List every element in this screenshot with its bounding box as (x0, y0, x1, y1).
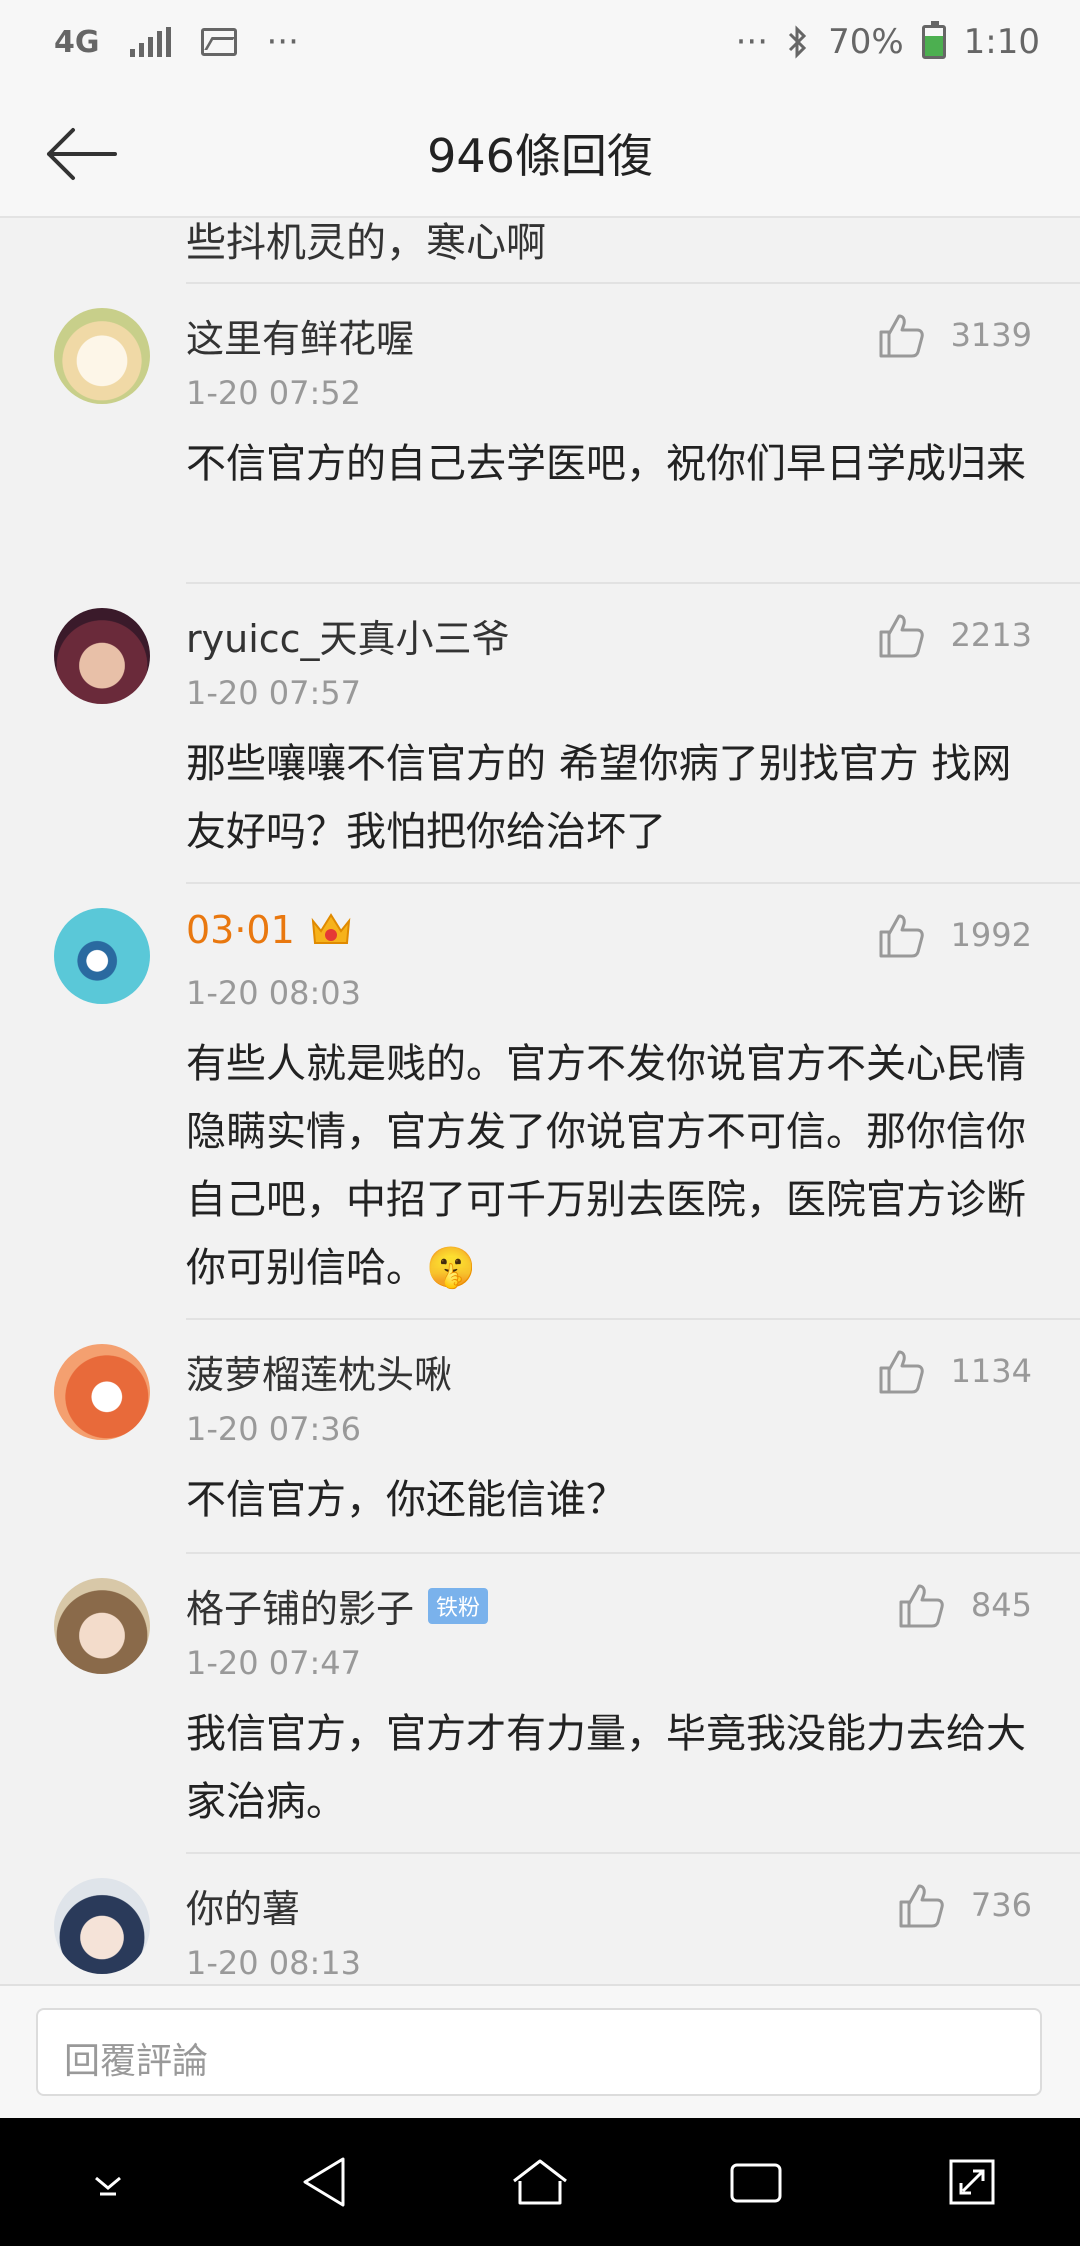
network-type-icon: 4G (54, 24, 100, 60)
more-status-icon: ··· (735, 22, 769, 62)
like-count: 2213 (950, 616, 1032, 654)
thumbs-up-icon (899, 1884, 944, 1928)
comment-text: 我信官方，官方才有力量，毕竟我没能力去给大家治病。 (186, 1711, 1026, 1825)
hide-nav-button[interactable] (63, 2137, 153, 2227)
expand-icon (949, 2159, 995, 2205)
comment-text: 不信官方的自己去学医吧，祝你们早日学成归来 (186, 441, 1026, 487)
comment-time: 1-20 07:36 (186, 1410, 362, 1448)
fan-badge: 铁粉 (428, 1587, 489, 1624)
avatar[interactable] (54, 1878, 150, 1974)
battery-percent: 70% (828, 22, 904, 62)
comment-list[interactable]: 些抖机灵的，寒心啊 这里有鲜花喔 3139 1-20 07:52 不信官方的自己… (0, 218, 1080, 1984)
comment-time: 1-20 08:13 (186, 1944, 362, 1982)
recents-icon (730, 2163, 782, 2203)
back-triangle-icon (303, 2157, 345, 2207)
expand-nav-button[interactable] (927, 2137, 1017, 2227)
image-notification-icon (200, 28, 237, 56)
username[interactable]: 这里有鲜花喔 (186, 308, 414, 363)
bluetooth-icon (789, 25, 807, 59)
reply-bar: 回覆評論 (0, 1984, 1080, 2118)
avatar[interactable] (54, 908, 150, 1004)
clock: 1:10 (963, 22, 1040, 62)
divider (186, 882, 1080, 884)
avatar[interactable] (54, 308, 150, 404)
avatar[interactable] (54, 608, 150, 704)
avatar[interactable] (54, 1578, 150, 1674)
divider (186, 282, 1080, 284)
comment-text: 有些人就是贱的。官方不发你说官方不关心民情隐瞒实情，官方发了你说官方不可信。那你… (186, 1041, 1026, 1291)
like-count: 845 (970, 1586, 1032, 1624)
reply-input[interactable]: 回覆評論 (36, 2008, 1042, 2096)
like-count: 736 (970, 1886, 1032, 1924)
comment-text: 那些嚷嚷不信官方的 希望你病了别找官方 找网友好吗？我怕把你给治坏了 (186, 741, 1012, 855)
home-nav-button[interactable] (495, 2137, 585, 2227)
header: 946條回復 (0, 90, 1080, 218)
divider (186, 582, 1080, 584)
username[interactable]: 格子铺的影子 铁粉 (186, 1578, 489, 1633)
like-button[interactable]: 3139 (877, 312, 1032, 358)
like-count: 1134 (950, 1352, 1032, 1390)
recents-nav-button[interactable] (711, 2137, 801, 2227)
divider (186, 1552, 1080, 1554)
comment-time: 1-20 07:57 (186, 674, 362, 712)
username[interactable]: 你的薯 (186, 1878, 300, 1933)
system-nav-bar (0, 2118, 1080, 2246)
like-button[interactable]: 736 (897, 1882, 1032, 1928)
like-count: 3139 (950, 316, 1032, 354)
thumbs-up-icon (879, 914, 924, 958)
chevron-down-icon (95, 2176, 121, 2196)
more-notifications-icon: ··· (266, 22, 299, 62)
status-bar: 4G ··· ··· 70% 1:10 (0, 0, 1080, 90)
vip-crown-icon (311, 913, 351, 944)
divider (186, 1318, 1080, 1320)
page-title: 946條回復 (427, 129, 653, 183)
back-nav-button[interactable] (279, 2137, 369, 2227)
username[interactable]: 03·01 (186, 908, 353, 952)
home-icon (513, 2159, 567, 2205)
thumbs-up-icon (899, 1584, 944, 1628)
comment-text: 不信官方，你还能信谁？ (186, 1477, 626, 1523)
like-count: 1992 (950, 916, 1032, 954)
username[interactable]: 菠萝榴莲枕头啾 (186, 1344, 452, 1399)
thumbs-up-icon (879, 1350, 924, 1394)
comment-time: 1-20 08:03 (186, 974, 362, 1012)
thumbs-up-icon (879, 314, 924, 358)
comment-time: 1-20 07:52 (186, 374, 362, 412)
comment-time: 1-20 07:47 (186, 1644, 362, 1682)
like-button[interactable]: 845 (897, 1582, 1032, 1628)
partial-comment-text: 些抖机灵的，寒心啊 (186, 220, 546, 266)
like-button[interactable]: 1992 (877, 912, 1032, 958)
thumbs-up-icon (879, 614, 924, 658)
signal-icon (129, 27, 171, 57)
shushing-face-emoji: 🤫 (426, 1245, 476, 1291)
like-button[interactable]: 2213 (877, 612, 1032, 658)
avatar[interactable] (54, 1344, 150, 1440)
battery-icon (921, 21, 946, 59)
username[interactable]: ryuicc_天真小三爷 (186, 608, 510, 663)
like-button[interactable]: 1134 (877, 1348, 1032, 1394)
divider (186, 1852, 1080, 1854)
